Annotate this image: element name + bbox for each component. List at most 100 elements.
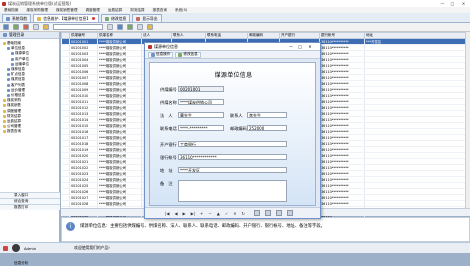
note-field[interactable]: [178, 180, 287, 202]
refresh-record-button[interactable]: ↻: [242, 211, 245, 216]
close-tab-icon[interactable]: [92, 17, 95, 20]
logo-icon: [3, 246, 8, 251]
status-panel: i 煤源单位信息：主要包括供煤编号、供煤名称、法人、联系人、联系电话、邮政编码、…: [61, 217, 470, 242]
footer-item[interactable]: 信息分析: [0, 260, 60, 266]
form-title: 煤源单位信息: [150, 70, 317, 79]
title-bar: 煤炭运销管理系统单位版(试运营版) — □ ✕: [0, 0, 470, 7]
document-icon: [11, 63, 14, 66]
minimize-button[interactable]: —: [438, 1, 447, 6]
refresh-icon[interactable]: [137, 24, 143, 30]
document-icon: [11, 52, 14, 55]
menu-item[interactable]: 调度管理: [86, 8, 100, 13]
document-icon: [11, 58, 14, 61]
list-icon: [151, 53, 155, 57]
window-title: 煤炭运销管理系统单位版(试运营版): [8, 1, 71, 7]
tab-navigation[interactable]: 系统导航: [2, 14, 31, 22]
next-record-button[interactable]: ▶: [183, 211, 186, 216]
home-icon: [6, 17, 10, 21]
status-text: 煤源单位信息：主要包括供煤编号、供煤名称、法人、联系人、联系电话、邮政编码、开户…: [80, 223, 325, 229]
dialog-close-button[interactable]: ✕: [306, 44, 314, 50]
add-record-button[interactable]: +: [200, 211, 203, 216]
code-field[interactable]: 00201001: [178, 86, 224, 92]
menu-item[interactable]: 运费结算: [108, 8, 122, 13]
menu-item[interactable]: 煤炭销售管理: [56, 8, 78, 13]
tab-edit-info[interactable]: 修改信息: [101, 14, 130, 22]
avatar: [12, 244, 20, 252]
footer-item[interactable]: 报表打印: [0, 204, 60, 210]
edit-icon: [105, 17, 109, 21]
address-field[interactable]: ****开发区: [178, 167, 287, 173]
menu-item[interactable]: 财务结算: [130, 8, 144, 13]
tree-item[interactable]: 报表查询: [0, 129, 59, 134]
account-field[interactable]: 36110************: [178, 154, 287, 160]
menu-item[interactable]: 系统(S): [175, 8, 187, 13]
dialog-title-bar: 煤源单位信息 — □ ✕: [145, 43, 320, 51]
export-icon: [136, 17, 140, 21]
close-button[interactable]: ✕: [459, 1, 468, 6]
export-excel-icon[interactable]: [127, 24, 133, 30]
folder-icon: [3, 110, 6, 113]
dialog-icon: [148, 45, 152, 49]
save-icon[interactable]: [254, 210, 260, 216]
zip-label: 邮政编码: [230, 126, 247, 132]
dialog-minimize-button[interactable]: —: [287, 44, 295, 50]
folder-icon: [3, 115, 6, 118]
zip-field[interactable]: 252000: [247, 125, 287, 131]
print-icon[interactable]: [265, 210, 271, 216]
code-label: 供煤编号: [160, 87, 177, 93]
new-icon[interactable]: [3, 24, 9, 30]
save-icon[interactable]: [33, 24, 39, 30]
vertical-scrollbar[interactable]: [465, 32, 470, 216]
bottom-bar: Admin 欢迎使用我们的产品!: [0, 242, 470, 253]
folder-icon: [3, 104, 6, 107]
search-input[interactable]: [53, 24, 103, 30]
dialog-toolbar: 信息操作 修改信息: [145, 51, 320, 59]
info-operation-button[interactable]: 信息操作: [148, 52, 173, 58]
legal-label: 法 人: [160, 113, 173, 119]
edit-info-button[interactable]: 修改信息: [175, 52, 200, 58]
contact-field[interactable]: 李先生: [247, 112, 287, 118]
dialog-maximize-button[interactable]: □: [296, 44, 304, 50]
maximize-button[interactable]: □: [448, 1, 457, 6]
note-label: 备 注: [160, 181, 173, 187]
menu-item[interactable]: 报表查询: [153, 8, 167, 13]
exit-icon[interactable]: [287, 210, 293, 216]
print-icon[interactable]: [117, 24, 123, 30]
help-icon[interactable]: [147, 24, 153, 30]
prev-record-button[interactable]: ◀: [174, 211, 177, 216]
folder-icon: [3, 99, 6, 102]
post-record-button[interactable]: ✓: [225, 211, 228, 216]
folder-icon: [3, 130, 6, 133]
menu-item[interactable]: 煤炭采购管理: [26, 8, 48, 13]
coal-source-dialog: 煤源单位信息 — □ ✕ 信息操作 修改信息 煤源单位信息 供煤编号 00201…: [144, 42, 321, 219]
name-label: 供煤名称: [160, 100, 177, 106]
search-icon[interactable]: [107, 24, 113, 30]
menu-item[interactable]: 基础档案: [4, 8, 18, 13]
name-field[interactable]: ****煤炭供销公司: [178, 99, 224, 105]
edit-icon[interactable]: [13, 24, 19, 30]
dialog-title: 煤源单位信息: [154, 44, 178, 50]
tab-export[interactable]: 显示导出: [132, 14, 161, 22]
last-record-button[interactable]: ▶|: [191, 211, 195, 216]
address-label: 地 址: [160, 168, 173, 174]
cancel-record-button[interactable]: ✕: [233, 211, 236, 216]
user-name: Admin: [24, 246, 36, 251]
delete-icon[interactable]: [23, 24, 29, 30]
filter-icon[interactable]: [43, 24, 49, 30]
folder-icon: [3, 120, 6, 123]
delete-record-button[interactable]: −: [208, 211, 211, 216]
document-icon: [7, 47, 10, 50]
dialog-navigator: |◀ ◀ ▶ ▶| + − ▲ ✓ ✕ ↻: [145, 207, 320, 218]
document-icon: [7, 94, 10, 97]
first-record-button[interactable]: |◀: [165, 211, 169, 216]
info-icon: i: [66, 222, 75, 231]
edit-record-button[interactable]: ▲: [217, 211, 220, 216]
tab-coal-source-info[interactable]: 信息维护-【煤源单位信息】: [33, 14, 99, 22]
search-icon[interactable]: [276, 210, 282, 216]
bank-field[interactable]: 工商银行: [178, 141, 287, 147]
tab-bar: 系统导航 信息维护-【煤源单位信息】 修改信息 显示导出: [0, 13, 470, 23]
phone-field[interactable]: ****-*********: [178, 125, 224, 131]
document-icon: [7, 78, 10, 81]
legal-field[interactable]: 曹先生: [178, 112, 224, 118]
left-panel-header: 管理目录: [0, 32, 59, 39]
